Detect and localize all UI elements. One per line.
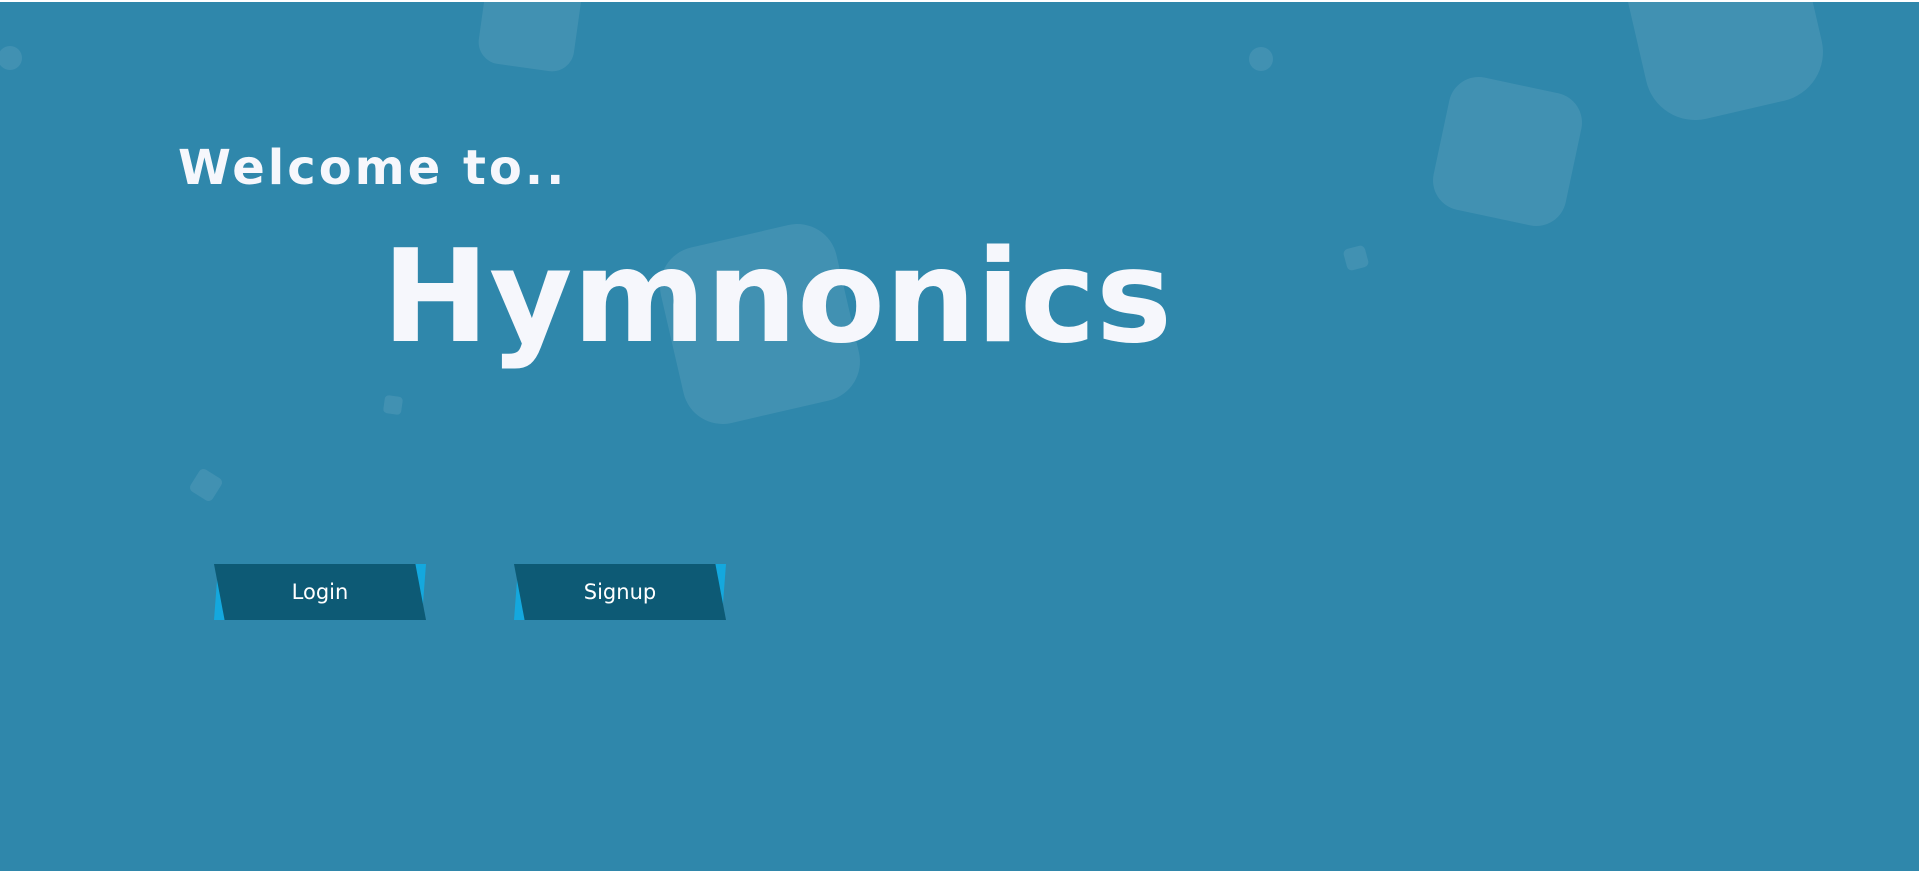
- signup-button[interactable]: Signup: [514, 564, 726, 620]
- signup-button-label: Signup: [583, 580, 657, 604]
- decorative-dot: [1249, 47, 1273, 71]
- decorative-rounded-square: [1427, 71, 1588, 232]
- brand-title: Hymnonics: [382, 223, 1173, 372]
- decorative-small-square: [1342, 244, 1370, 272]
- decorative-small-square: [382, 394, 404, 416]
- decorative-rounded-square: [475, 2, 585, 75]
- welcome-heading: Welcome to..: [178, 140, 568, 196]
- decorative-small-square: [188, 467, 224, 503]
- decorative-dot: [0, 46, 22, 70]
- login-button[interactable]: Login: [214, 564, 426, 620]
- login-button-label: Login: [291, 580, 349, 604]
- landing-page: Welcome to.. Hymnonics Login Signup: [0, 2, 1919, 871]
- decorative-rounded-square: [1617, 2, 1833, 130]
